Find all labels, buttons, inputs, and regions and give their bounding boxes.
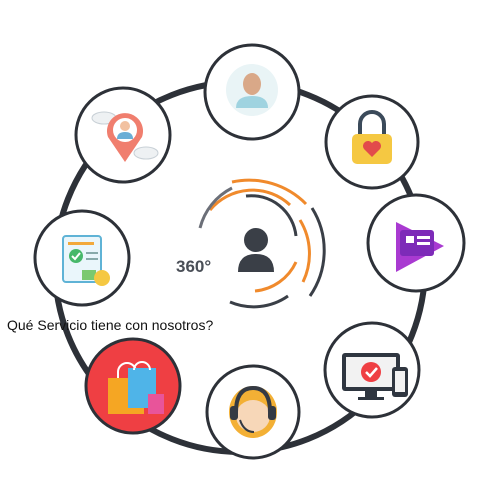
center-emblem: 360° (176, 178, 326, 309)
node-security[interactable] (324, 94, 420, 190)
services-diagram: 360° (33, 43, 466, 460)
node-support[interactable] (205, 364, 301, 460)
user-avatar-icon (226, 64, 278, 116)
user-silhouette-icon (238, 228, 274, 272)
node-profile-user[interactable] (203, 43, 301, 141)
center-label: 360° (176, 257, 211, 276)
node-location[interactable] (74, 86, 172, 184)
node-shopping[interactable] (84, 337, 182, 435)
node-device-check[interactable] (323, 321, 421, 419)
node-media-play[interactable] (366, 193, 466, 293)
service-question: Qué Servicio tiene con nosotros? (7, 317, 214, 333)
headset-agent-icon (229, 385, 277, 438)
node-billing[interactable] (33, 209, 131, 307)
